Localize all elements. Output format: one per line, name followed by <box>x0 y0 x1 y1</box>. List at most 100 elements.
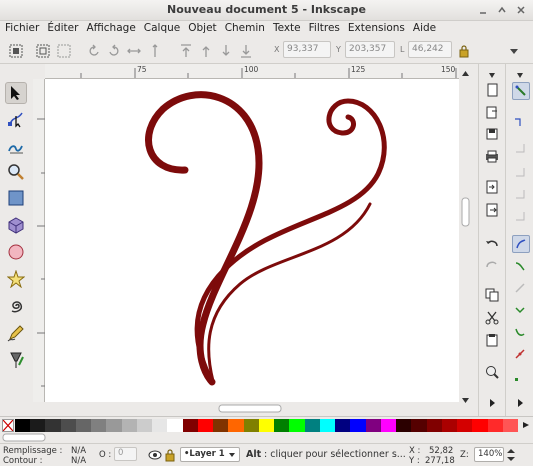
color-swatch[interactable] <box>45 419 62 432</box>
zoom-stepper[interactable] <box>506 447 516 466</box>
color-swatch[interactable] <box>228 419 245 432</box>
raise-icon[interactable] <box>198 43 214 59</box>
chevron-down-icon[interactable] <box>484 67 500 83</box>
color-swatch[interactable] <box>304 419 321 432</box>
color-swatch[interactable] <box>441 419 458 432</box>
node-edit-icon[interactable] <box>5 108 27 130</box>
chevron-right-icon[interactable] <box>512 395 528 411</box>
palette-menu-icon[interactable] <box>521 420 531 430</box>
star-icon[interactable] <box>5 268 27 290</box>
tweak-icon[interactable] <box>5 135 27 157</box>
open-icon[interactable] <box>484 104 500 120</box>
import-icon[interactable] <box>484 179 500 195</box>
export-icon[interactable] <box>484 202 500 218</box>
lock-icon[interactable] <box>456 43 472 59</box>
raise-to-top-icon[interactable] <box>178 43 194 59</box>
redo-icon[interactable] <box>484 256 500 272</box>
color-swatch[interactable] <box>106 419 123 432</box>
color-swatch[interactable] <box>75 419 92 432</box>
menu-fichier[interactable]: Fichier <box>0 20 43 36</box>
select-all-icon[interactable] <box>8 43 24 59</box>
color-swatch[interactable] <box>182 419 199 432</box>
menu-aide[interactable]: Aide <box>409 20 440 36</box>
lower-to-bottom-icon[interactable] <box>238 43 254 59</box>
color-swatch[interactable] <box>396 419 412 432</box>
chevron-down-icon[interactable] <box>512 67 528 83</box>
pen-icon[interactable] <box>5 349 27 371</box>
vertical-scrollbar[interactable] <box>459 64 472 416</box>
flip-horizontal-icon[interactable] <box>126 43 142 59</box>
rotate-ccw-icon[interactable] <box>86 43 102 59</box>
snap-bbox-center-icon[interactable] <box>512 208 528 224</box>
color-swatch[interactable] <box>15 419 31 432</box>
y-field[interactable]: 203,357 <box>345 41 395 58</box>
ellipse-icon[interactable] <box>5 241 27 263</box>
color-swatch[interactable] <box>426 419 443 432</box>
snap-bbox-edge-icon[interactable] <box>512 140 528 156</box>
color-swatch[interactable] <box>243 419 260 432</box>
horizontal-scrollbar[interactable] <box>45 402 459 414</box>
snap-path-intersection-icon[interactable] <box>512 280 528 296</box>
cut-icon[interactable] <box>484 310 500 326</box>
paste-icon[interactable] <box>484 332 500 348</box>
color-swatch[interactable] <box>487 419 504 432</box>
color-swatch[interactable] <box>167 419 184 432</box>
snap-midpoint-icon[interactable] <box>512 346 528 362</box>
color-swatch[interactable] <box>457 419 473 432</box>
color-swatch[interactable] <box>197 419 214 432</box>
close-icon[interactable] <box>514 3 527 16</box>
chevron-right-icon[interactable] <box>484 395 500 411</box>
copy-icon[interactable] <box>484 287 500 303</box>
print-icon[interactable] <box>484 148 500 164</box>
color-swatch[interactable] <box>411 419 428 432</box>
menu-calque[interactable]: Calque <box>140 20 184 36</box>
x-field[interactable]: 93,337 <box>283 41 331 58</box>
menu-texte[interactable]: Texte <box>269 20 305 36</box>
color-swatch[interactable] <box>502 419 519 432</box>
menu-extensions[interactable]: Extensions <box>344 20 409 36</box>
menu-chemin[interactable]: Chemin <box>221 20 269 36</box>
color-swatch[interactable] <box>289 419 306 432</box>
new-document-icon[interactable] <box>484 82 500 98</box>
box3d-icon[interactable] <box>5 214 27 236</box>
color-swatch[interactable] <box>91 419 107 432</box>
select-arrow-icon[interactable] <box>5 82 27 104</box>
color-swatch[interactable] <box>350 419 367 432</box>
snap-toggle-icon[interactable] <box>512 82 530 100</box>
no-paint-swatch[interactable] <box>2 419 14 432</box>
snap-cusp-nodes-icon[interactable] <box>512 302 528 318</box>
zoom-icon[interactable] <box>5 161 27 183</box>
width-field[interactable]: 46,242 <box>408 41 452 58</box>
rotate-cw-icon[interactable] <box>106 43 122 59</box>
color-swatch[interactable] <box>152 419 168 432</box>
rectangle-icon[interactable] <box>5 187 27 209</box>
chevron-down-icon[interactable] <box>506 43 522 59</box>
layer-selector[interactable]: •Layer 1 <box>180 447 240 462</box>
color-swatch[interactable] <box>365 419 382 432</box>
color-swatch[interactable] <box>60 419 77 432</box>
menu-editer[interactable]: Éditer <box>43 20 82 36</box>
pencil-icon[interactable] <box>5 322 27 344</box>
palette-scrollbar[interactable] <box>0 432 533 443</box>
menu-affichage[interactable]: Affichage <box>82 20 139 36</box>
swirl-drawing[interactable] <box>45 79 459 402</box>
color-swatch[interactable] <box>335 419 351 432</box>
lower-icon[interactable] <box>218 43 234 59</box>
menu-objet[interactable]: Objet <box>184 20 220 36</box>
color-swatch[interactable] <box>274 419 290 432</box>
deselect-icon[interactable] <box>56 43 72 59</box>
color-swatch[interactable] <box>121 419 138 432</box>
snap-nodes-icon[interactable] <box>512 235 530 253</box>
maximize-icon[interactable] <box>495 3 508 16</box>
color-swatch[interactable] <box>319 419 336 432</box>
layer-visibility-icon[interactable] <box>148 449 162 464</box>
snap-center-icon[interactable] <box>512 368 528 384</box>
snap-smooth-nodes-icon[interactable] <box>512 324 528 340</box>
drawing-canvas[interactable] <box>45 79 459 402</box>
color-swatch[interactable] <box>136 419 153 432</box>
color-swatch[interactable] <box>213 419 229 432</box>
snap-bbox-corner-icon[interactable] <box>512 164 528 180</box>
opacity-field[interactable]: 0 <box>114 447 137 461</box>
layer-lock-icon[interactable] <box>164 448 176 465</box>
flip-vertical-icon[interactable] <box>147 43 163 59</box>
